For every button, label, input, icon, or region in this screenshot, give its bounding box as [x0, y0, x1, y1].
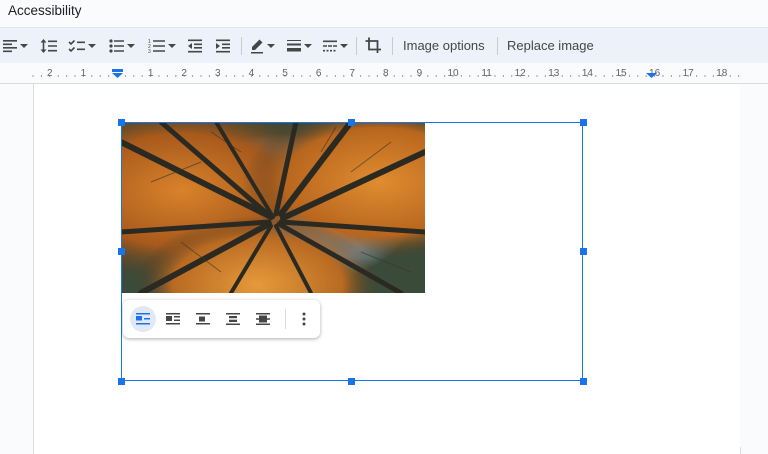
ruler-label: 17 — [683, 68, 695, 79]
ruler-label: 9 — [417, 68, 423, 79]
line-spacing-button[interactable] — [40, 28, 58, 63]
increase-indent-icon — [216, 39, 230, 52]
resize-handle-bottom-left[interactable] — [118, 378, 125, 385]
toolbar-separator — [241, 37, 242, 55]
ruler-label: 11 — [481, 68, 492, 79]
ruler-label: 5 — [282, 68, 288, 79]
more-options-button[interactable] — [291, 306, 317, 332]
chevron-down-icon — [340, 43, 348, 48]
inline-icon — [136, 313, 150, 325]
numbered-list-button[interactable]: 123 — [148, 28, 176, 63]
ruler-label: 13 — [548, 68, 560, 79]
chevron-down-icon — [168, 43, 176, 48]
wrap-text-button[interactable] — [160, 306, 186, 332]
menu-bar: Accessibility — [0, 0, 768, 26]
bulleted-list-icon — [109, 38, 124, 53]
in-front-of-text-icon — [256, 313, 270, 325]
ruler-label: 6 — [316, 68, 322, 79]
ruler-label: 7 — [349, 68, 355, 79]
in-front-of-text-button[interactable] — [250, 306, 276, 332]
decrease-indent-icon — [188, 39, 202, 52]
ruler-label: 3 — [215, 68, 221, 79]
horizontal-ruler[interactable]: 21123456789101112131415161718 — [0, 63, 768, 84]
more-options-icon — [302, 312, 306, 326]
image-wrap-toolbar — [123, 300, 320, 338]
break-text-icon — [196, 313, 210, 325]
border-color-button[interactable] — [249, 28, 275, 63]
resize-handle-top[interactable] — [348, 119, 355, 126]
toolbar-separator — [497, 37, 498, 55]
svg-text:3: 3 — [148, 49, 151, 54]
ruler-scale: 21123456789101112131415161718 — [32, 68, 740, 79]
resize-handle-left[interactable] — [118, 248, 125, 255]
resize-handle-top-left[interactable] — [118, 119, 125, 126]
chevron-down-icon — [20, 43, 28, 48]
resize-handle-top-right[interactable] — [580, 119, 587, 126]
crop-button[interactable] — [365, 28, 382, 63]
resize-handle-right[interactable] — [580, 248, 587, 255]
accessibility-menu[interactable]: Accessibility — [8, 3, 82, 18]
ruler-label: 12 — [515, 68, 527, 79]
line-spacing-icon — [40, 38, 57, 53]
image-selection-border — [121, 122, 583, 381]
border-color-icon — [251, 39, 263, 53]
ruler-label: 2 — [181, 68, 187, 79]
ruler-label: 15 — [615, 68, 627, 79]
border-dash-icon — [323, 40, 337, 51]
resize-handle-bottom[interactable] — [348, 378, 355, 385]
chevron-down-icon — [88, 43, 96, 48]
ruler-label: 18 — [716, 68, 728, 79]
chevron-down-icon — [127, 43, 135, 48]
inline-button[interactable] — [130, 306, 156, 332]
border-weight-button[interactable] — [286, 28, 312, 63]
checklist-button[interactable] — [68, 28, 96, 63]
checklist-icon — [68, 39, 85, 52]
border-weight-icon — [287, 39, 301, 51]
behind-text-icon — [226, 313, 240, 325]
ruler-label: 14 — [582, 68, 594, 79]
ruler-label: 1 — [148, 68, 154, 79]
break-text-button[interactable] — [190, 306, 216, 332]
crop-icon — [365, 37, 381, 53]
left-indent-marker[interactable] — [112, 69, 123, 78]
ruler-label: 4 — [249, 68, 255, 79]
wrap-text-icon — [166, 313, 180, 325]
decrease-indent-button[interactable] — [187, 28, 203, 63]
ruler-label: 10 — [447, 68, 459, 79]
resize-handle-bottom-right[interactable] — [580, 378, 587, 385]
align-left-icon — [3, 39, 17, 52]
increase-indent-button[interactable] — [215, 28, 231, 63]
toolbar-separator — [392, 37, 393, 55]
replace-image-button[interactable]: Replace image — [507, 37, 594, 54]
wrap-toolbar-separator — [285, 309, 286, 329]
image-options-button[interactable]: Image options — [403, 37, 485, 54]
page-gutter — [740, 84, 768, 447]
chevron-down-icon — [304, 43, 312, 48]
ruler-label: 1 — [81, 68, 87, 79]
toolbar: 123 Image options Replace image — [0, 27, 768, 63]
ruler-label: 2 — [47, 68, 53, 79]
ruler-label: 8 — [383, 68, 389, 79]
border-dash-button[interactable] — [322, 28, 348, 63]
align-button[interactable] — [2, 28, 28, 63]
chevron-down-icon — [267, 43, 275, 48]
behind-text-button[interactable] — [220, 306, 246, 332]
toolbar-separator — [356, 37, 357, 55]
numbered-list-icon: 123 — [148, 39, 165, 54]
bulleted-list-button[interactable] — [109, 28, 135, 63]
